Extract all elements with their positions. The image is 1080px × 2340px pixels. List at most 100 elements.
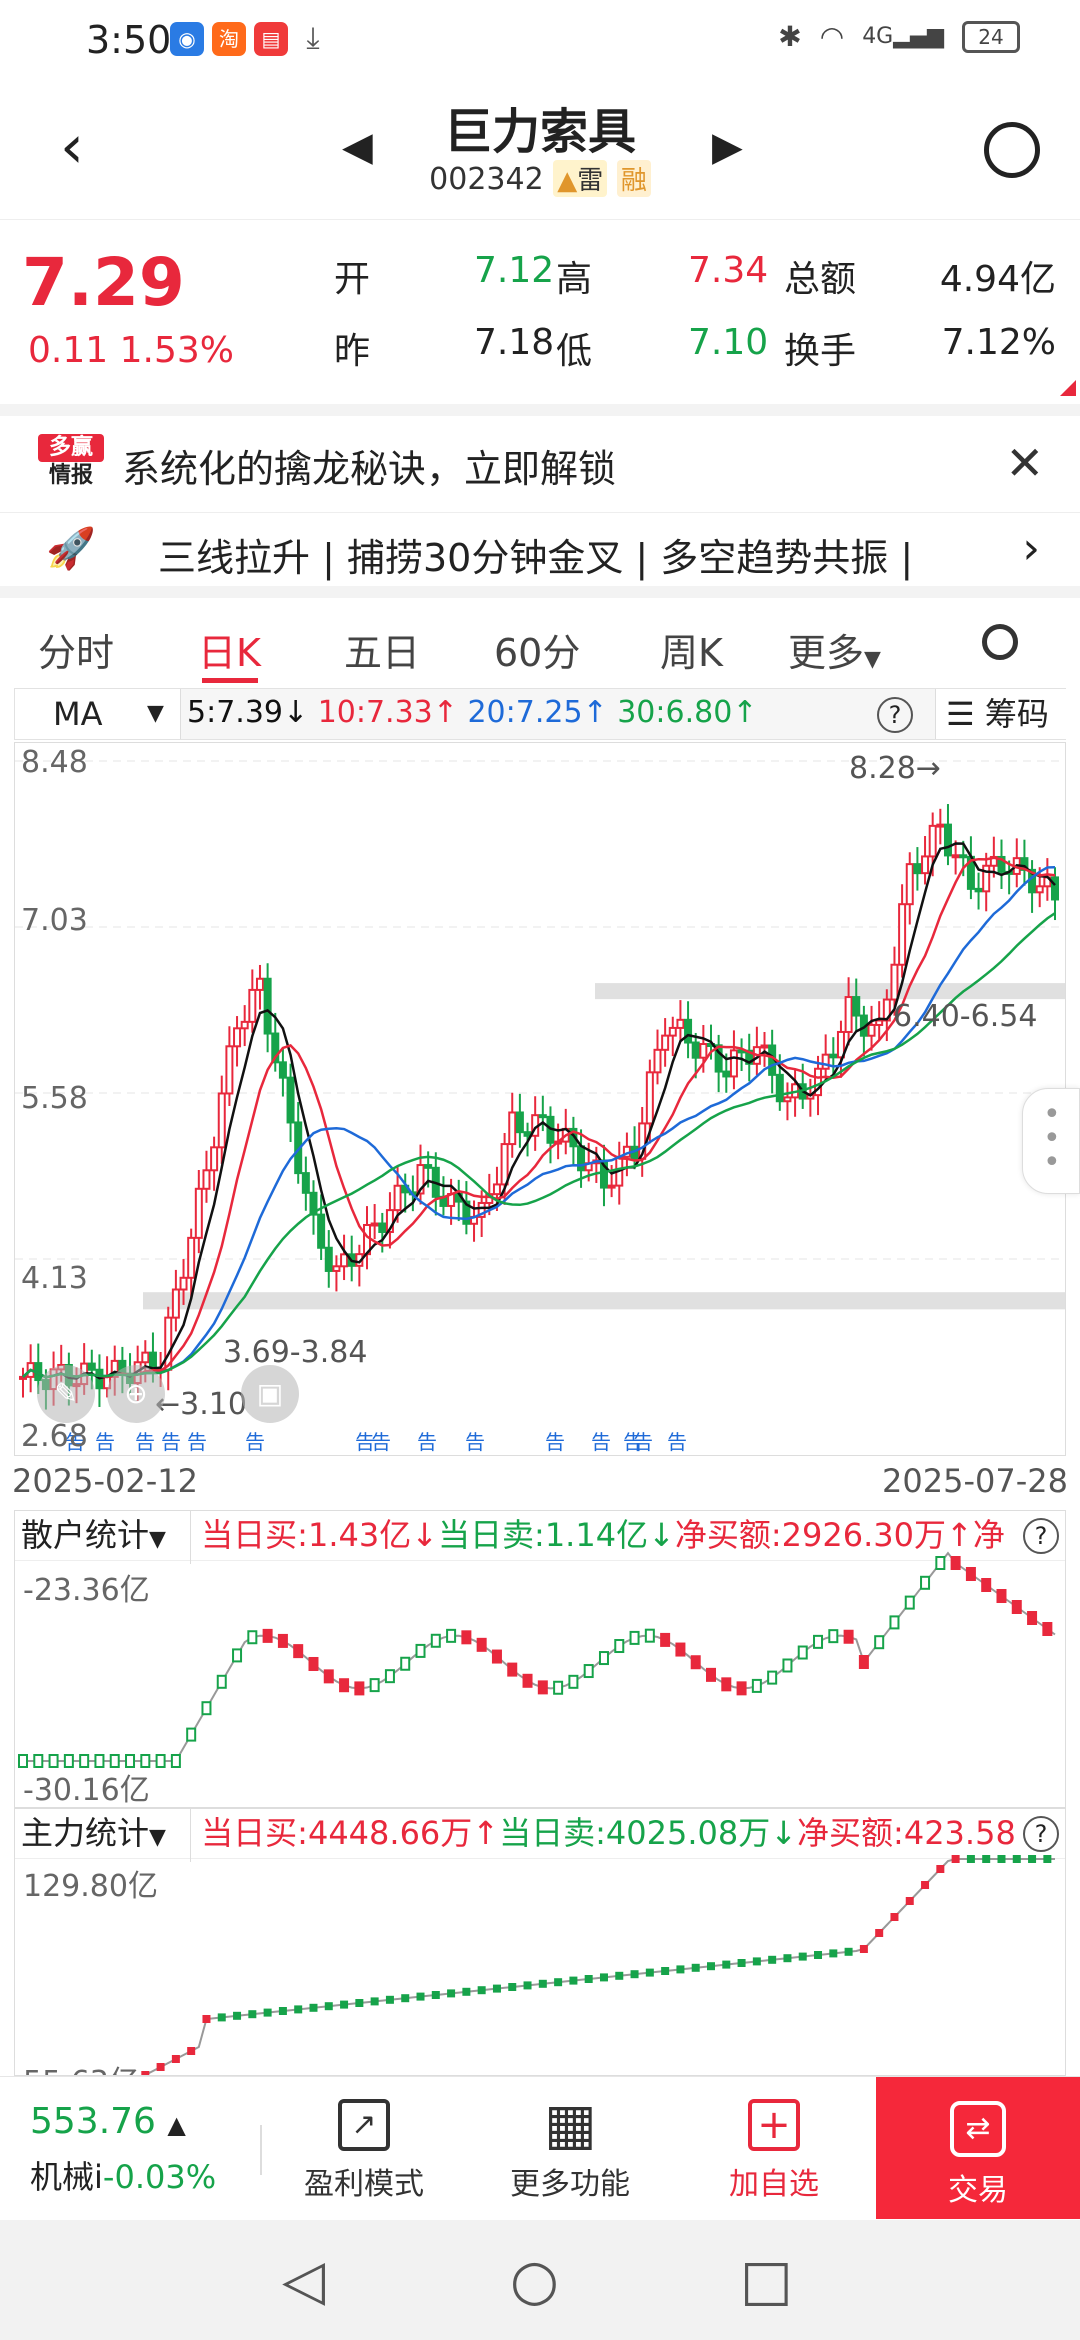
bluetooth-icon: ✱: [778, 20, 802, 53]
candle-body: [523, 1131, 532, 1137]
candle-body: [1051, 876, 1059, 901]
ad-banner[interactable]: 多赢 情报 系统化的擒龙秘诀，立即解锁 ✕: [0, 404, 1080, 502]
candle-body: [210, 1146, 219, 1172]
tab-60min[interactable]: 60分: [494, 622, 580, 677]
database-icon: ☰: [946, 695, 975, 733]
trade-button[interactable]: ⇄ 交易: [876, 2077, 1080, 2219]
tab-more[interactable]: 更多▼: [788, 622, 881, 677]
retail-panel[interactable]: 散户统计▼ 当日买:1.43亿↓当日卖:1.14亿↓净买额:2926.30万↑净…: [14, 1510, 1066, 1808]
candle-body: [317, 1213, 326, 1249]
main-marker: [431, 1991, 440, 1999]
tab-daily-k[interactable]: 日K: [198, 622, 261, 677]
app-icon-3: ▤: [254, 22, 288, 56]
candle-body: [202, 1169, 211, 1190]
candle-body: [194, 1187, 203, 1239]
main-marker: [859, 1945, 868, 1953]
main-marker: [752, 1957, 761, 1966]
main-marker: [783, 1954, 792, 1963]
retail-marker: [461, 1630, 472, 1645]
profit-mode-button[interactable]: ↗ 盈利模式: [294, 2077, 434, 2219]
back-nav-icon[interactable]: ◁: [282, 2248, 325, 2313]
next-stock-icon[interactable]: ▶: [712, 124, 743, 170]
fullscreen-icon[interactable]: ▣: [241, 1365, 299, 1423]
taobao-icon: 淘: [212, 22, 246, 56]
candle-body: [645, 1071, 654, 1125]
quote-row-1: 开 7.12 高 7.34 总额 4.94亿: [334, 250, 1056, 302]
candle-body: [240, 1020, 249, 1030]
candle-body: [699, 1043, 708, 1059]
notice-tag: 告: [667, 1430, 687, 1454]
notice-tag: 告: [187, 1430, 207, 1454]
side-menu-handle[interactable]: • • •: [1022, 1088, 1080, 1194]
tab-five-day[interactable]: 五日: [344, 622, 420, 677]
end-date-label: 2025-07-28: [882, 1462, 1068, 1500]
main-marker: [737, 1959, 746, 1967]
retail-marker: [874, 1635, 885, 1650]
candle-body: [424, 1164, 433, 1169]
wifi-icon: ◠: [819, 20, 845, 53]
main-marker: [477, 1986, 486, 1995]
main-marker: [416, 1992, 425, 2001]
main-marker: [370, 1997, 379, 2006]
main-marker: [187, 2047, 196, 2055]
turnover-value: 7.12%: [941, 322, 1056, 363]
lei-tag[interactable]: ▲雷: [553, 160, 608, 197]
main-marker: [982, 1855, 991, 1863]
add-watchlist-button[interactable]: + 加自选: [704, 2077, 844, 2219]
main-marker: [966, 1855, 975, 1863]
home-nav-icon[interactable]: ○: [510, 2248, 559, 2313]
strategy-banner[interactable]: 🚀 三线拉升 | 捕捞30分钟金叉 | 多空趋势共振 | ›: [0, 512, 1080, 598]
retail-bottom-label: -30.16亿: [23, 1773, 150, 1808]
grid-icon: ▦: [544, 2092, 597, 2157]
main-marker: [875, 1929, 884, 1937]
rong-tag[interactable]: 融: [616, 160, 651, 197]
candle-body: [225, 1045, 234, 1095]
main-marker: [401, 1994, 410, 2003]
indicator-select[interactable]: MA ▼: [15, 689, 181, 739]
main-force-panel[interactable]: 主力统计▼ 当日买:4448.66万↑当日卖:4025.08万↓净买额:423.…: [14, 1808, 1066, 2076]
main-line: [143, 1858, 1055, 2075]
retail-marker: [996, 1589, 1007, 1603]
high-value: 7.34: [688, 250, 769, 291]
main-marker: [722, 1960, 731, 1969]
tab-weekly-k[interactable]: 周K: [660, 622, 723, 677]
candle-body: [179, 1276, 188, 1291]
k-line-chart[interactable]: 告告告告告告告告告告告告告告告 8.48 7.03 5.58 4.13 2.68…: [14, 742, 1066, 1456]
retail-marker: [568, 1674, 579, 1689]
main-marker: [997, 1855, 1006, 1863]
dropdown-icon: ▼: [864, 647, 881, 672]
main-marker: [844, 1947, 853, 1956]
candle-body: [19, 1375, 27, 1380]
candle-body: [729, 1049, 738, 1078]
crosshair-icon[interactable]: ⊕: [107, 1365, 165, 1423]
y-tick-label: 5.58: [21, 1081, 88, 1116]
draw-tool-icon[interactable]: ✎: [37, 1365, 95, 1423]
period-tabs: 分时 日K 五日 60分 周K 更多▼: [0, 602, 1080, 686]
trend-chart-icon: ↗: [338, 2099, 390, 2151]
turnover-label: 换手: [784, 331, 857, 372]
retail-marker: [186, 1727, 197, 1742]
candle-body: [87, 1362, 96, 1371]
open-value: 7.12: [474, 250, 555, 291]
retail-marker: [935, 1556, 946, 1570]
main-marker: [523, 1981, 532, 1990]
help-icon[interactable]: ?: [877, 697, 913, 733]
candle-body: [691, 1041, 700, 1059]
candle-body: [959, 854, 968, 859]
more-functions-button[interactable]: ▦ 更多功能: [500, 2077, 640, 2219]
chip-button[interactable]: ☰ 筹码: [935, 689, 1067, 739]
tab-intraday[interactable]: 分时: [38, 622, 114, 677]
chevron-right-icon[interactable]: ›: [1022, 523, 1040, 574]
candle-body: [508, 1111, 517, 1146]
retail-marker: [644, 1628, 655, 1643]
retail-marker: [1027, 1611, 1038, 1625]
ad-text: 系统化的擒龙秘诀，立即解锁: [122, 447, 617, 491]
settings-icon[interactable]: [982, 624, 1018, 660]
search-icon[interactable]: [984, 122, 1040, 178]
close-icon[interactable]: ✕: [1005, 436, 1044, 490]
retail-marker: [1042, 1622, 1053, 1636]
candle-body: [905, 863, 914, 906]
recents-nav-icon[interactable]: □: [740, 2248, 793, 2313]
retail-marker: [920, 1575, 931, 1590]
index-quote[interactable]: 553.76 ▲ 机械i-0.03%: [30, 2101, 250, 2198]
